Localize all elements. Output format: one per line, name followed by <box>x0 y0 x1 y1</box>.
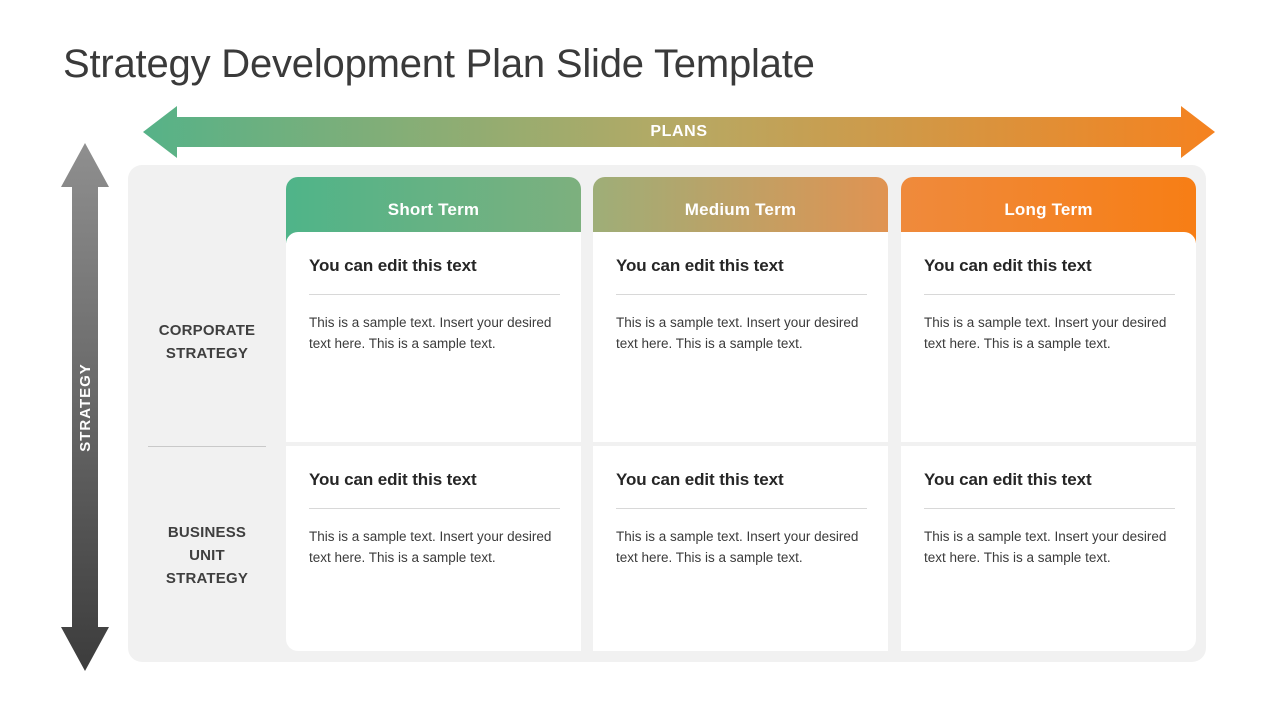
double-headed-arrow-vertical-icon <box>61 143 109 671</box>
card-heading: You can edit this text <box>616 470 784 489</box>
page-title: Strategy Development Plan Slide Template <box>63 42 815 86</box>
card-body: This is a sample text. Insert your desir… <box>309 315 552 351</box>
card-divider <box>924 508 1175 509</box>
card-body: This is a sample text. Insert your desir… <box>616 529 859 565</box>
plans-axis-label: PLANS <box>650 123 708 140</box>
card-heading: You can edit this text <box>924 256 1092 275</box>
card-heading: You can edit this text <box>309 256 477 275</box>
card-body: This is a sample text. Insert your desir… <box>924 315 1167 351</box>
card-heading: You can edit this text <box>309 470 477 489</box>
row-label-column: CORPORATE STRATEGY BUSINESS UNIT STRATEGY <box>128 165 286 662</box>
matrix-card[interactable]: You can edit this text This is a sample … <box>901 446 1196 651</box>
row-label-corporate-strategy: CORPORATE STRATEGY <box>158 322 256 362</box>
card-divider <box>616 294 867 295</box>
card-body: This is a sample text. Insert your desir… <box>924 529 1167 565</box>
slide-canvas: Strategy Development Plan Slide Template… <box>0 0 1280 720</box>
matrix-card[interactable]: You can edit this text This is a sample … <box>593 232 888 442</box>
row-label-business-unit-strategy: BUSINESS UNIT STRATEGY <box>165 524 249 587</box>
card-divider <box>309 294 560 295</box>
strategy-axis-arrow: STRATEGY <box>61 143 109 671</box>
matrix-card[interactable]: You can edit this text This is a sample … <box>286 232 581 442</box>
card-divider <box>616 508 867 509</box>
matrix-card[interactable]: You can edit this text This is a sample … <box>593 446 888 651</box>
matrix-panel: CORPORATE STRATEGY BUSINESS UNIT STRATEGY S… <box>128 165 1206 662</box>
matrix-card[interactable]: You can edit this text This is a sample … <box>286 446 581 651</box>
card-heading: You can edit this text <box>924 470 1092 489</box>
plans-axis-arrow: PLANS <box>143 106 1215 158</box>
row-label-divider <box>148 446 266 447</box>
matrix-card[interactable]: You can edit this text This is a sample … <box>901 232 1196 442</box>
card-divider <box>924 294 1175 295</box>
card-heading: You can edit this text <box>616 256 784 275</box>
card-body: This is a sample text. Insert your desir… <box>309 529 552 565</box>
card-divider <box>309 508 560 509</box>
card-body: This is a sample text. Insert your desir… <box>616 315 859 351</box>
